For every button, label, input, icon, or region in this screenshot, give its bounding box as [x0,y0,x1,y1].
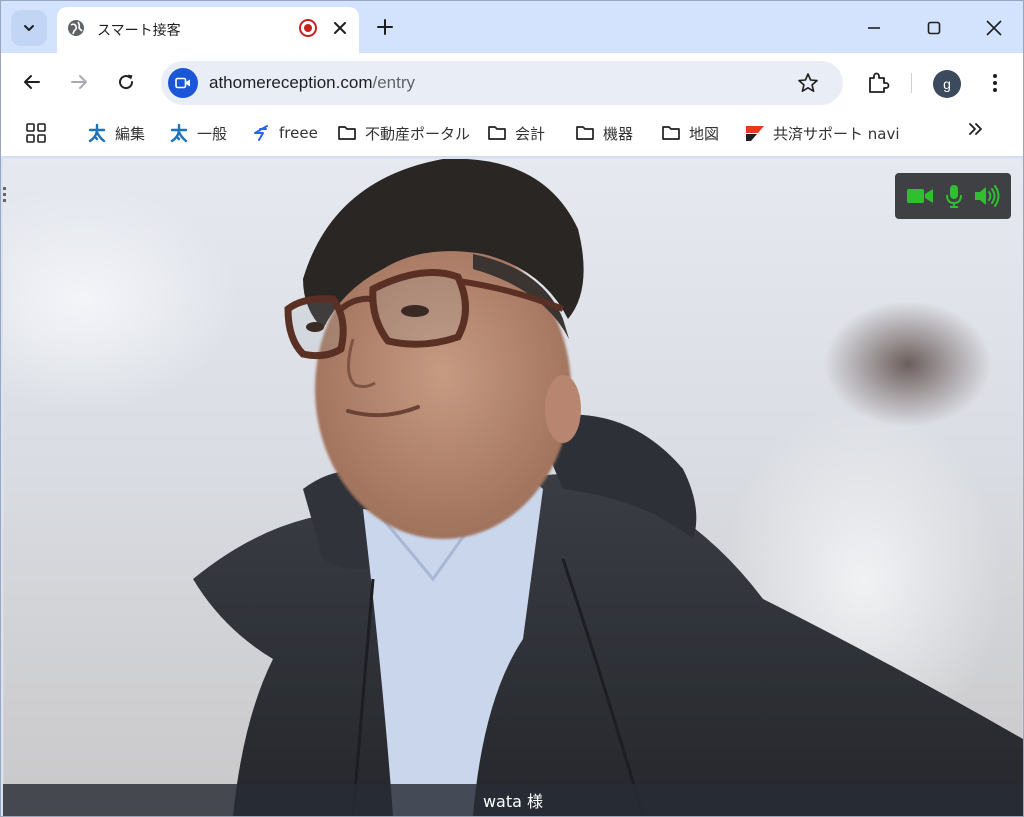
folder-icon [487,123,507,143]
participant-caption-bar: wata 様 [3,784,1023,816]
forward-button[interactable] [64,67,94,97]
arrow-right-icon [71,75,87,89]
bookmark-label: 地図 [689,124,720,143]
browser-window: スマート接客 athomereception.com/entry g 編集 一般… [0,0,1024,817]
bookmark-item-5[interactable]: 機器 [575,121,633,145]
apps-button[interactable] [25,121,47,145]
back-button[interactable] [17,67,47,97]
browser-menu-button[interactable] [983,69,1007,97]
video-feed-person [193,159,1023,816]
tab-search-button[interactable] [11,10,47,46]
bookmark-label: freee [279,124,318,142]
reload-button[interactable] [111,67,141,97]
tab-active[interactable]: スマート接客 [57,7,359,53]
plus-icon [377,19,393,35]
tab-strip: スマート接客 [1,1,1023,53]
video-call-area: wata 様 [3,159,1023,816]
browser-toolbar: athomereception.com/entry g [1,53,1023,111]
more-bookmarks-button[interactable] [967,121,983,142]
bookmark-label: 共済サポート navi [773,124,900,143]
taichi-icon [87,123,107,143]
profile-avatar[interactable]: g [933,70,961,98]
tab-title: スマート接客 [97,23,181,39]
reload-icon [119,74,134,90]
bookmark-label: 編集 [115,124,146,143]
new-tab-button[interactable] [371,13,399,41]
minimize-icon [868,27,880,29]
bookmark-label: 不動産ポータル [365,124,471,143]
arrow-left-icon [24,75,40,89]
chevron-down-icon [24,25,34,31]
bookmark-star-icon[interactable] [797,72,819,94]
bookmark-item-4[interactable]: 会計 [487,121,545,145]
extensions-icon[interactable] [865,70,891,96]
freee-icon [251,123,271,143]
bookmark-label: 一般 [197,124,228,143]
toolbar-separator [911,73,912,93]
window-close-button[interactable] [971,9,1017,47]
participant-name: wata 様 [482,792,544,811]
globe-icon [68,20,84,36]
bookmark-label: 機器 [603,124,634,143]
bookmark-item-6[interactable]: 地図 [661,121,719,145]
video-camera-icon[interactable] [906,187,934,205]
media-status-bar [895,173,1011,219]
folder-icon [661,123,681,143]
maximize-icon [927,21,941,35]
address-bar[interactable]: athomereception.com/entry [161,61,843,105]
double-chevron-right-icon [969,123,982,135]
maximize-button[interactable] [911,9,957,47]
tab-close-button[interactable] [329,17,351,39]
close-icon [986,20,1002,36]
recording-icon [299,19,317,37]
url-path: /entry [372,73,416,92]
bookmark-item-2[interactable]: freee [251,121,318,145]
url-text: athomereception.com/entry [209,73,415,93]
bookmark-label: 会計 [515,124,546,143]
microphone-icon[interactable] [946,184,962,208]
taichi-icon [169,123,189,143]
bookmarks-bar: 編集 一般 freee 不動産ポータル 会計 機器 地図 共済サポート navi [1,111,1023,157]
url-host: athomereception.com [209,73,373,92]
drag-handle[interactable] [3,187,7,203]
close-icon [334,22,346,34]
apps-grid-icon [26,123,46,143]
kyosai-icon [745,123,765,143]
folder-icon [337,123,357,143]
bookmark-item-0[interactable]: 編集 [87,121,145,145]
bookmark-item-1[interactable]: 一般 [169,121,227,145]
bookmark-item-3[interactable]: 不動産ポータル [337,121,470,145]
video-camera-icon [168,68,198,98]
minimize-button[interactable] [851,9,897,47]
bookmark-item-7[interactable]: 共済サポート navi [745,121,900,145]
speaker-icon[interactable] [974,185,1000,207]
folder-icon [575,123,595,143]
